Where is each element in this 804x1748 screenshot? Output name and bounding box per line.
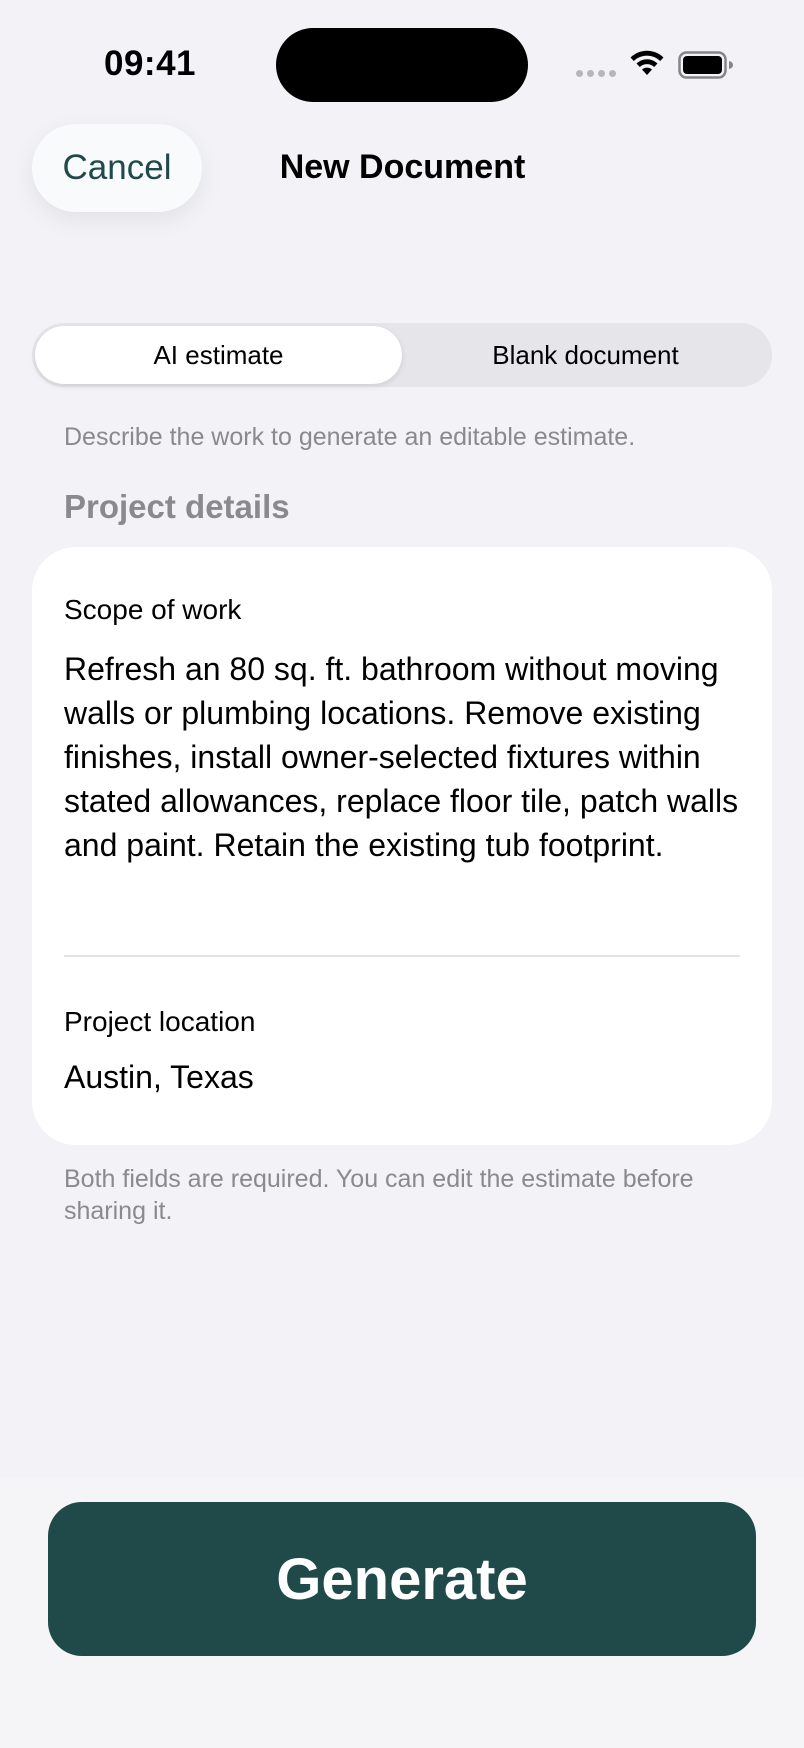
segment-blank-document[interactable]: Blank document xyxy=(402,326,769,384)
segment-hint-text: Describe the work to generate an editabl… xyxy=(64,423,636,451)
segment-ai-estimate[interactable]: AI estimate xyxy=(35,326,402,384)
page-title: New Document xyxy=(279,148,526,186)
field-divider xyxy=(64,955,740,957)
scope-of-work-field[interactable]: Refresh an 80 sq. ft. bathroom without m… xyxy=(64,647,744,867)
cancel-button[interactable]: Cancel xyxy=(32,124,202,212)
project-location-field[interactable]: Austin, Texas xyxy=(64,1059,254,1096)
project-details-card: Scope of work Refresh an 80 sq. ft. bath… xyxy=(32,547,772,1145)
dynamic-island xyxy=(276,28,528,102)
new-document-screen: 09:41 Cancel New Document AI estimate Bl… xyxy=(0,0,804,1748)
battery-icon xyxy=(678,51,733,79)
required-fields-footnote: Both fields are required. You can edit t… xyxy=(64,1165,694,1225)
signal-dots-icon xyxy=(576,70,616,77)
project-location-label: Project location xyxy=(64,1006,256,1037)
wifi-icon xyxy=(630,50,664,75)
document-type-segmented-control: AI estimate Blank document xyxy=(32,323,772,387)
status-time: 09:41 xyxy=(104,44,197,83)
generate-button[interactable]: Generate xyxy=(48,1502,756,1656)
section-header-project-details: Project details xyxy=(64,488,290,525)
scope-of-work-label: Scope of work xyxy=(64,594,242,625)
